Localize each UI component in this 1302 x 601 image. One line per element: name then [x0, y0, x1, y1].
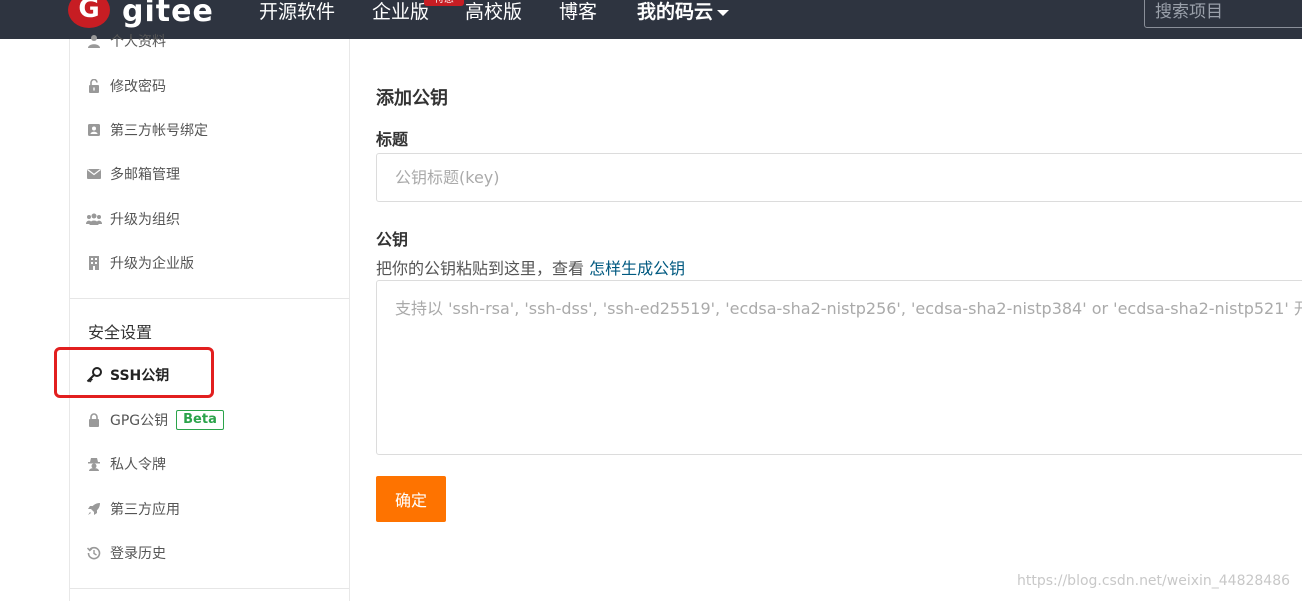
sidebar-item-label: 多邮箱管理 — [110, 167, 180, 183]
chevron-down-icon — [717, 9, 730, 16]
nav-university[interactable]: 高校版 — [465, 1, 522, 23]
nav-my-gitee-label: 我的码云 — [637, 1, 714, 23]
hint-text: 把你的公钥粘贴到这里，查看 — [376, 259, 590, 278]
rocket-icon — [86, 501, 102, 517]
form-title: 添加公钥 — [376, 88, 448, 109]
building-icon — [86, 255, 102, 271]
sidebar-item-label: 修改密码 — [110, 79, 166, 95]
sidebar-item-label: 第三方应用 — [110, 502, 180, 518]
settings-sidebar: 个人资料 修改密码 第三方帐号绑定 多邮箱管理 升级为组织 升级为企业版 安全设… — [69, 34, 350, 601]
sidebar-item-label: 个人资料 — [110, 34, 166, 50]
nav-blog[interactable]: 博客 — [559, 1, 597, 23]
add-ssh-key-form: 添加公钥 标题 公钥标题(key) 公钥 把你的公钥粘贴到这里，查看 怎样生成公… — [376, 39, 1302, 601]
sidebar-item-emails[interactable]: 多邮箱管理 — [86, 162, 180, 186]
sidebar-item-label: 登录历史 — [110, 546, 166, 562]
sidebar-item-upgrade-enterprise[interactable]: 升级为企业版 — [86, 251, 194, 275]
sidebar-item-gpg-keys[interactable]: GPG公钥 Beta — [86, 408, 224, 432]
beta-badge: Beta — [176, 410, 224, 430]
sidebar-item-label: 第三方帐号绑定 — [110, 123, 208, 139]
history-icon — [86, 545, 102, 561]
sidebar-item-profile[interactable]: 个人资料 — [86, 29, 166, 53]
sidebar-item-label: 私人令牌 — [110, 457, 166, 473]
incognito-icon — [86, 456, 102, 472]
user-icon — [86, 33, 102, 49]
promo-badge: 特惠 — [424, 0, 464, 6]
nav-open-source[interactable]: 开源软件 — [259, 1, 335, 23]
watermark: https://blog.csdn.net/weixin_44828486 — [1017, 573, 1291, 589]
sidebar-divider — [70, 298, 349, 299]
account-card-icon — [86, 122, 102, 138]
sidebar-item-third-party-apps[interactable]: 第三方应用 — [86, 497, 180, 521]
sidebar-item-upgrade-org[interactable]: 升级为组织 — [86, 207, 180, 231]
lock-icon — [86, 412, 102, 428]
how-to-generate-key-link[interactable]: 怎样生成公钥 — [589, 259, 685, 278]
top-navbar: G gitee 开源软件 企业版 特惠 高校版 博客 我的码云 搜索项目 — [0, 0, 1302, 39]
envelope-icon — [86, 166, 102, 182]
gitee-logo-text[interactable]: gitee — [122, 0, 214, 29]
sidebar-item-change-password[interactable]: 修改密码 — [86, 74, 166, 98]
key-title-label: 标题 — [376, 130, 409, 149]
nav-enterprise[interactable]: 企业版 — [372, 1, 429, 23]
annotation-highlight-box — [54, 347, 214, 398]
public-key-label: 公钥 — [376, 230, 409, 249]
sidebar-item-label: 升级为企业版 — [110, 256, 194, 272]
sidebar-item-third-party-binding[interactable]: 第三方帐号绑定 — [86, 118, 208, 142]
confirm-button[interactable]: 确定 — [376, 476, 446, 522]
sidebar-item-label: GPG公钥 — [110, 413, 169, 429]
unlock-icon — [86, 78, 102, 94]
nav-my-gitee[interactable]: 我的码云 — [637, 1, 730, 23]
sidebar-divider — [70, 588, 349, 589]
public-key-textarea[interactable]: 支持以 'ssh-rsa', 'ssh-dss', 'ssh-ed25519',… — [376, 280, 1302, 455]
search-input[interactable]: 搜索项目 — [1144, 0, 1302, 28]
key-title-input[interactable]: 公钥标题(key) — [376, 153, 1302, 202]
security-section-title: 安全设置 — [88, 323, 153, 342]
sidebar-item-personal-tokens[interactable]: 私人令牌 — [86, 452, 166, 476]
sidebar-item-login-history[interactable]: 登录历史 — [86, 541, 166, 565]
gitee-logo-badge[interactable]: G — [68, 0, 110, 28]
sidebar-item-label: 升级为组织 — [110, 212, 180, 228]
public-key-hint: 把你的公钥粘贴到这里，查看 怎样生成公钥 — [376, 255, 685, 279]
users-icon — [86, 211, 102, 227]
